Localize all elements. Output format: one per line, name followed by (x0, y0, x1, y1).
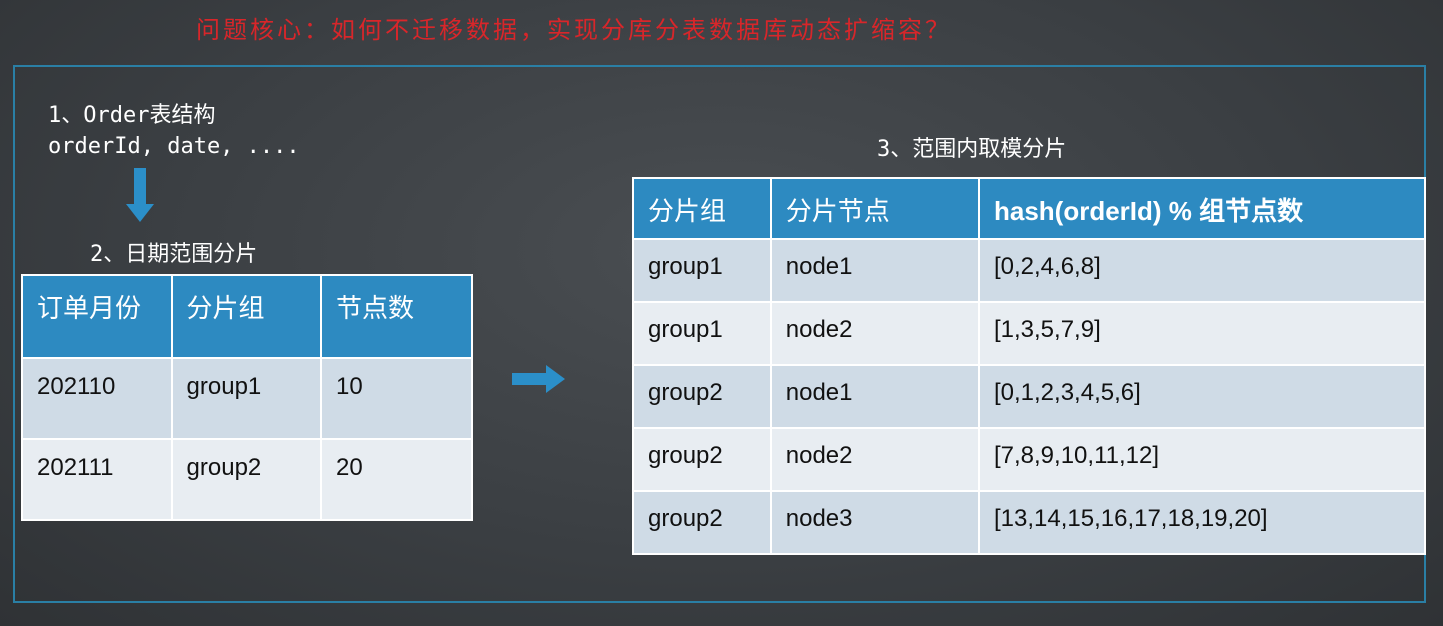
cell-group: group2 (632, 364, 772, 429)
cell-node: node2 (769, 427, 980, 492)
cell-group: group2 (632, 427, 772, 492)
table-row: group2 node1 [0,1,2,3,4,5,6] (632, 364, 1427, 429)
cell-hash-range: [0,2,4,6,8] (977, 238, 1427, 303)
column-header-hash-mod: hash(orderId) % 组节点数 (977, 177, 1427, 240)
date-sharding-heading: 2、日期范围分片 (90, 242, 258, 267)
cell-node: node1 (769, 238, 980, 303)
mod-sharding-table: 分片组 分片节点 hash(orderId) % 组节点数 group1 nod… (632, 177, 1427, 555)
arrow-right-icon (512, 365, 565, 393)
table-row: 202111 group2 20 (21, 438, 473, 521)
cell-node: node2 (769, 301, 980, 366)
cell-hash-range: [1,3,5,7,9] (977, 301, 1427, 366)
cell-node-count: 10 (320, 357, 473, 440)
table-row: 202110 group1 10 (21, 357, 473, 440)
column-header-group: 分片组 (632, 177, 772, 240)
cell-node-count: 20 (320, 438, 473, 521)
table-row: group1 node2 [1,3,5,7,9] (632, 301, 1427, 366)
mod-sharding-heading: 3、范围内取模分片 (877, 137, 1067, 162)
cell-group: group1 (632, 301, 772, 366)
order-structure-heading: 1、Order表结构 (48, 103, 216, 128)
column-header-month: 订单月份 (21, 274, 173, 359)
cell-hash-range: [0,1,2,3,4,5,6] (977, 364, 1427, 429)
column-header-group: 分片组 (170, 274, 323, 359)
order-structure-fields: orderId, date, .... (48, 134, 300, 159)
cell-month: 202111 (21, 438, 173, 521)
table-row: group2 node2 [7,8,9,10,11,12] (632, 427, 1427, 492)
cell-node: node3 (769, 490, 980, 555)
table-row: group1 node1 [0,2,4,6,8] (632, 238, 1427, 303)
cell-month: 202110 (21, 357, 173, 440)
cell-group: group2 (632, 490, 772, 555)
date-sharding-table: 订单月份 分片组 节点数 202110 group1 10 202111 gro… (21, 274, 473, 521)
cell-node: node1 (769, 364, 980, 429)
cell-group: group2 (170, 438, 323, 521)
arrow-down-icon (126, 168, 154, 222)
cell-group: group1 (170, 357, 323, 440)
table-header-row: 订单月份 分片组 节点数 (21, 274, 473, 359)
slide-title: 问题核心：如何不迁移数据，实现分库分表数据库动态扩缩容？ (196, 16, 952, 44)
cell-group: group1 (632, 238, 772, 303)
table-header-row: 分片组 分片节点 hash(orderId) % 组节点数 (632, 177, 1427, 240)
column-header-node-count: 节点数 (320, 274, 473, 359)
column-header-node: 分片节点 (769, 177, 980, 240)
table-row: group2 node3 [13,14,15,16,17,18,19,20] (632, 490, 1427, 555)
cell-hash-range: [7,8,9,10,11,12] (977, 427, 1427, 492)
cell-hash-range: [13,14,15,16,17,18,19,20] (977, 490, 1427, 555)
